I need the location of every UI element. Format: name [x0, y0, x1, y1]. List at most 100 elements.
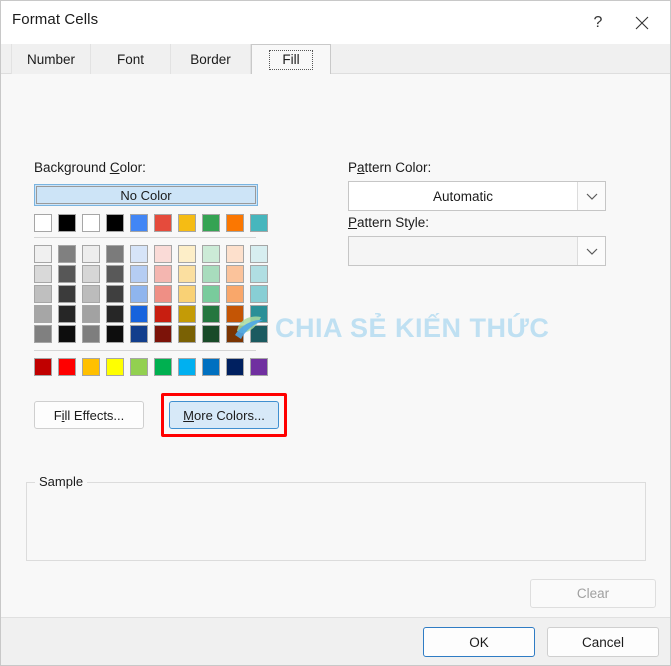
pattern-color-dropdown[interactable]: Automatic	[348, 181, 606, 211]
color-swatch-standard-8[interactable]	[226, 358, 244, 376]
color-swatch-tint-4-6[interactable]	[178, 325, 196, 343]
color-swatch-standard-7[interactable]	[202, 358, 220, 376]
color-swatch-tint-0-1[interactable]	[58, 245, 76, 263]
color-swatch-tint-0-4[interactable]	[130, 245, 148, 263]
color-swatch-tint-2-2[interactable]	[82, 285, 100, 303]
color-swatch-tint-1-3[interactable]	[106, 265, 124, 283]
color-swatch-theme-1[interactable]	[58, 214, 76, 232]
tab-fill[interactable]: Fill	[251, 44, 331, 75]
color-swatch-theme-0[interactable]	[34, 214, 52, 232]
color-swatch-tint-3-5[interactable]	[154, 305, 172, 323]
color-swatch-theme-3[interactable]	[106, 214, 124, 232]
color-swatch-tint-4-1[interactable]	[58, 325, 76, 343]
palette-divider	[34, 350, 256, 351]
color-swatch-tint-1-5[interactable]	[154, 265, 172, 283]
chevron-down-icon[interactable]	[577, 182, 605, 210]
color-swatch-standard-3[interactable]	[106, 358, 124, 376]
close-button[interactable]	[622, 1, 662, 44]
color-swatch-tint-1-7[interactable]	[202, 265, 220, 283]
color-swatch-tint-1-1[interactable]	[58, 265, 76, 283]
color-swatch-tint-4-2[interactable]	[82, 325, 100, 343]
color-swatch-tint-1-9[interactable]	[250, 265, 268, 283]
tab-strip: Number Font Border Fill	[1, 44, 670, 75]
cancel-button[interactable]: Cancel	[547, 627, 659, 657]
color-swatch-tint-0-5[interactable]	[154, 245, 172, 263]
color-swatch-standard-6[interactable]	[178, 358, 196, 376]
color-swatch-tint-3-7[interactable]	[202, 305, 220, 323]
color-swatch-tint-0-8[interactable]	[226, 245, 244, 263]
color-swatch-tint-2-3[interactable]	[106, 285, 124, 303]
color-swatch-tint-3-3[interactable]	[106, 305, 124, 323]
color-swatch-theme-4[interactable]	[130, 214, 148, 232]
tab-font[interactable]: Font	[91, 44, 171, 74]
color-swatch-tint-3-1[interactable]	[58, 305, 76, 323]
close-x-icon	[635, 16, 649, 30]
color-swatch-standard-5[interactable]	[154, 358, 172, 376]
tab-number[interactable]: Number	[11, 44, 91, 74]
color-swatch-tint-3-0[interactable]	[34, 305, 52, 323]
color-swatch-tint-2-4[interactable]	[130, 285, 148, 303]
help-button[interactable]: ?	[578, 1, 618, 44]
no-color-button[interactable]: No Color	[34, 184, 258, 206]
chevron-down-icon[interactable]	[577, 237, 605, 265]
color-swatch-tint-0-2[interactable]	[82, 245, 100, 263]
pattern-color-label: Pattern Color:	[348, 160, 432, 175]
color-swatch-tint-4-4[interactable]	[130, 325, 148, 343]
color-swatch-tint-0-3[interactable]	[106, 245, 124, 263]
theme-colors-row	[34, 214, 268, 232]
color-swatch-standard-1[interactable]	[58, 358, 76, 376]
color-swatch-tint-1-8[interactable]	[226, 265, 244, 283]
color-swatch-tint-2-7[interactable]	[202, 285, 220, 303]
color-swatch-tint-4-0[interactable]	[34, 325, 52, 343]
sample-legend-label: Sample	[35, 474, 88, 489]
color-swatch-tint-2-9[interactable]	[250, 285, 268, 303]
color-swatch-tint-0-7[interactable]	[202, 245, 220, 263]
color-swatch-tint-0-9[interactable]	[250, 245, 268, 263]
color-swatch-theme-8[interactable]	[226, 214, 244, 232]
question-mark-icon: ?	[593, 13, 603, 31]
color-swatch-standard-0[interactable]	[34, 358, 52, 376]
color-swatch-tint-4-7[interactable]	[202, 325, 220, 343]
tab-border[interactable]: Border	[171, 44, 251, 74]
tint-row-4	[34, 325, 268, 343]
color-swatch-tint-3-4[interactable]	[130, 305, 148, 323]
color-swatch-tint-3-6[interactable]	[178, 305, 196, 323]
color-swatch-theme-2[interactable]	[82, 214, 100, 232]
color-swatch-tint-1-6[interactable]	[178, 265, 196, 283]
color-swatch-standard-4[interactable]	[130, 358, 148, 376]
color-swatch-tint-2-8[interactable]	[226, 285, 244, 303]
more-colors-button[interactable]: More Colors...	[169, 401, 279, 429]
color-swatch-tint-2-0[interactable]	[34, 285, 52, 303]
color-swatch-standard-9[interactable]	[250, 358, 268, 376]
color-swatch-tint-4-9[interactable]	[250, 325, 268, 343]
ok-button[interactable]: OK	[423, 627, 535, 657]
color-swatch-theme-7[interactable]	[202, 214, 220, 232]
color-swatch-tint-4-3[interactable]	[106, 325, 124, 343]
color-swatch-tint-2-6[interactable]	[178, 285, 196, 303]
color-palette	[34, 214, 268, 378]
color-swatch-tint-3-8[interactable]	[226, 305, 244, 323]
tint-row-2	[34, 285, 268, 303]
clear-button[interactable]: Clear	[530, 579, 656, 608]
color-swatch-tint-3-9[interactable]	[250, 305, 268, 323]
color-swatch-tint-4-8[interactable]	[226, 325, 244, 343]
pattern-style-dropdown[interactable]	[348, 236, 606, 266]
color-swatch-tint-1-4[interactable]	[130, 265, 148, 283]
color-swatch-theme-6[interactable]	[178, 214, 196, 232]
color-swatch-theme-9[interactable]	[250, 214, 268, 232]
tint-row-1	[34, 265, 268, 283]
tint-row-3	[34, 305, 268, 323]
color-swatch-tint-3-2[interactable]	[82, 305, 100, 323]
color-swatch-tint-0-0[interactable]	[34, 245, 52, 263]
color-swatch-theme-5[interactable]	[154, 214, 172, 232]
tab-label: Border	[190, 51, 231, 67]
color-swatch-tint-4-5[interactable]	[154, 325, 172, 343]
color-swatch-tint-1-0[interactable]	[34, 265, 52, 283]
color-swatch-standard-2[interactable]	[82, 358, 100, 376]
color-swatch-tint-0-6[interactable]	[178, 245, 196, 263]
fill-effects-button[interactable]: Fill Effects...	[34, 401, 144, 429]
color-swatch-tint-2-1[interactable]	[58, 285, 76, 303]
color-swatch-tint-1-2[interactable]	[82, 265, 100, 283]
color-swatch-tint-2-5[interactable]	[154, 285, 172, 303]
tab-label: Number	[26, 51, 75, 67]
